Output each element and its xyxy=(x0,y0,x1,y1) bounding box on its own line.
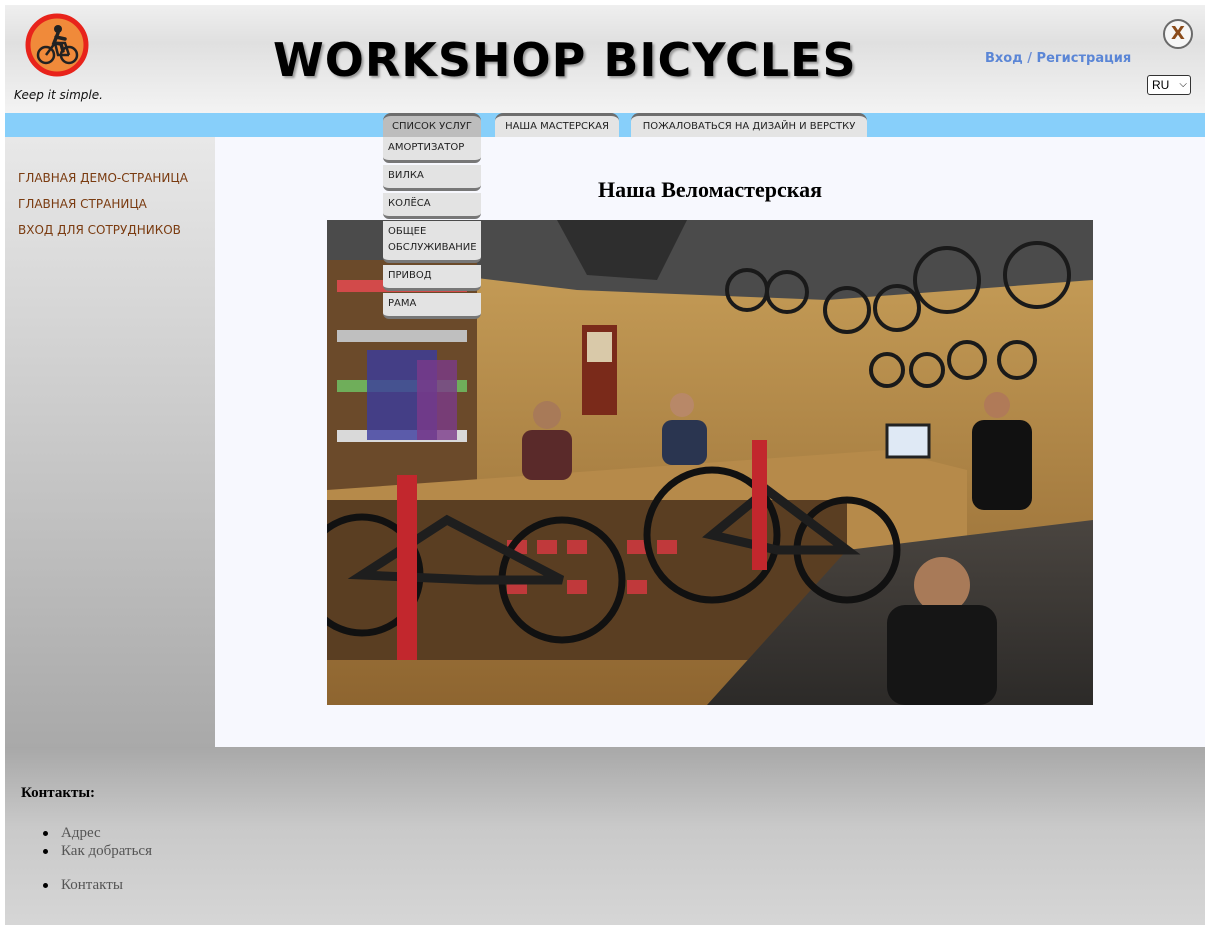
footer-title: Контакты: xyxy=(21,785,96,801)
dropdown-item-frame[interactable]: РАМА xyxy=(383,293,481,319)
language-select[interactable]: RU ⌵ xyxy=(1147,75,1191,95)
footer-links-group-1: Адрес Как добраться xyxy=(43,824,152,860)
footer-link-directions[interactable]: Как добраться xyxy=(43,842,152,860)
login-link[interactable]: Вход xyxy=(985,51,1023,66)
dropdown-item-shock[interactable]: АМОРТИЗАТОР xyxy=(383,137,481,163)
tab-complain-design[interactable]: ПОЖАЛОВАТЬСЯ НА ДИЗАЙН И ВЕРСТКУ xyxy=(631,113,867,137)
services-dropdown: АМОРТИЗАТОР ВИЛКА КОЛЁСА ОБЩЕЕ ОБСЛУЖИВА… xyxy=(383,137,481,321)
auth-separator: / xyxy=(1027,51,1033,66)
footer-link-address[interactable]: Адрес xyxy=(43,824,152,842)
dropdown-item-drivetrain[interactable]: ПРИВОД xyxy=(383,265,481,291)
chevron-down-icon: ⌵ xyxy=(1179,79,1187,90)
sidebar-item-demo-home[interactable]: ГЛАВНАЯ ДЕМО-СТРАНИЦА xyxy=(18,171,188,185)
tab-our-workshop[interactable]: НАША МАСТЕРСКАЯ xyxy=(495,113,619,137)
top-nav: СПИСОК УСЛУГ НАША МАСТЕРСКАЯ ПОЖАЛОВАТЬС… xyxy=(5,113,1205,137)
tagline: Keep it simple. xyxy=(14,88,103,102)
dropdown-item-general-service[interactable]: ОБЩЕЕ ОБСЛУЖИВАНИЕ xyxy=(383,221,481,263)
dropdown-item-wheels[interactable]: КОЛЁСА xyxy=(383,193,481,219)
bicycle-logo-icon[interactable] xyxy=(25,13,89,77)
page: Keep it simple. WORKSHOP BICYCLES Вход /… xyxy=(5,5,1205,925)
main-content: Наша Веломастерская xyxy=(215,137,1205,747)
sidebar-item-staff-login[interactable]: ВХОД ДЛЯ СОТРУДНИКОВ xyxy=(18,223,181,237)
dropdown-item-fork[interactable]: ВИЛКА xyxy=(383,165,481,191)
page-title: Наша Веломастерская xyxy=(598,177,822,202)
close-button[interactable]: X xyxy=(1163,19,1193,49)
language-value: RU xyxy=(1152,78,1170,92)
footer-link-contacts[interactable]: Контакты xyxy=(43,876,123,894)
header: Keep it simple. WORKSHOP BICYCLES Вход /… xyxy=(5,5,1205,113)
auth-links: Вход / Регистрация xyxy=(985,51,1131,66)
site-title: WORKSHOP BICYCLES xyxy=(273,33,857,87)
footer: Контакты: Адрес Как добраться Контакты xyxy=(5,747,1205,925)
sidebar: ГЛАВНАЯ ДЕМО-СТРАНИЦА ГЛАВНАЯ СТРАНИЦА В… xyxy=(5,137,215,747)
tab-services[interactable]: СПИСОК УСЛУГ xyxy=(383,113,481,137)
footer-links-group-2: Контакты xyxy=(43,876,123,894)
sidebar-item-home[interactable]: ГЛАВНАЯ СТРАНИЦА xyxy=(18,197,147,211)
register-link[interactable]: Регистрация xyxy=(1037,51,1132,66)
